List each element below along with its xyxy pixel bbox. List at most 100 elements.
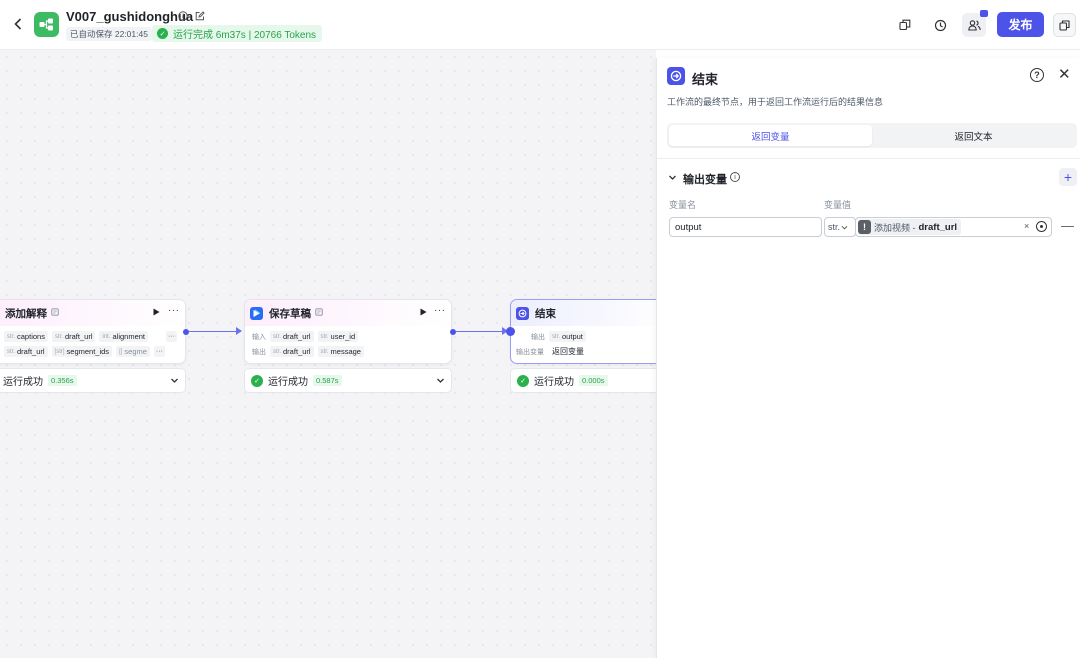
var-tag: str. draft_url bbox=[270, 331, 314, 342]
check-circle-icon: ✓ bbox=[251, 374, 263, 387]
workflow-icon bbox=[39, 18, 53, 31]
tab-return-variable[interactable]: 返回变量 bbox=[669, 125, 872, 146]
edit-icon[interactable] bbox=[194, 10, 205, 21]
history-icon bbox=[934, 19, 946, 31]
output-label: 输出 bbox=[252, 348, 266, 356]
node-title: 结束 bbox=[535, 307, 556, 320]
remove-variable-button[interactable]: — bbox=[1061, 218, 1074, 234]
more-icon[interactable]: ··· bbox=[168, 305, 180, 316]
chevron-down-icon[interactable] bbox=[668, 173, 677, 182]
node-end[interactable]: 结束 输出 str. output 输出变量 返回变量 bbox=[510, 299, 656, 364]
panel-description: 工作流的最终节点，用于返回工作流运行后的结果信息 bbox=[667, 97, 884, 107]
info-icon[interactable]: i bbox=[730, 172, 740, 182]
clear-icon[interactable]: × bbox=[1024, 221, 1029, 231]
node-run-status[interactable]: ✓ 运行成功 0.000s bbox=[510, 368, 656, 393]
connection-line[interactable] bbox=[456, 331, 504, 332]
node-run-status[interactable]: ✓ 运行成功 0.587s bbox=[244, 368, 452, 393]
input-port[interactable] bbox=[506, 327, 515, 336]
output-label: 输出 bbox=[531, 333, 545, 341]
more-vars-icon[interactable]: ··· bbox=[166, 331, 178, 342]
var-tag: int. alignment bbox=[99, 331, 149, 342]
var-tag: str. captions bbox=[4, 331, 48, 342]
exit-icon bbox=[667, 67, 685, 85]
type-value: str. bbox=[828, 222, 841, 232]
var-tag: str. message bbox=[317, 346, 364, 357]
run-status-badge[interactable]: ✓ 运行完成 6m37s | 20766 Tokens bbox=[152, 25, 323, 42]
run-time-badge: 0.000s bbox=[579, 375, 608, 386]
check-circle-icon: ✓ bbox=[157, 28, 168, 39]
info-icon[interactable] bbox=[177, 10, 188, 21]
check-circle-icon: ✓ bbox=[517, 374, 529, 387]
output-port[interactable] bbox=[183, 329, 189, 335]
publish-button[interactable]: 发布 bbox=[997, 12, 1044, 37]
var-tag: [] segme bbox=[116, 346, 150, 357]
variable-value-reference[interactable]: ! 添加视频 - draft_url × bbox=[855, 217, 1052, 237]
var-tag: str. output bbox=[549, 331, 586, 342]
workflow-canvas[interactable]: 添加解释 ··· str. captions str. draft_url int.… bbox=[0, 50, 656, 658]
note-icon[interactable] bbox=[51, 308, 59, 318]
workflow-logo bbox=[34, 12, 59, 37]
window-toggle-button[interactable] bbox=[1053, 13, 1076, 37]
warning-icon: ! bbox=[858, 220, 871, 234]
more-vars-icon[interactable]: ··· bbox=[153, 346, 165, 357]
layers-icon bbox=[1059, 19, 1070, 31]
column-header-name: 变量名 bbox=[669, 200, 697, 210]
return-mode-text: 返回变量 bbox=[552, 347, 584, 356]
section-title[interactable]: 输出变量 bbox=[683, 171, 727, 187]
back-button[interactable] bbox=[10, 15, 26, 33]
node-title: 保存草稿 bbox=[269, 307, 311, 320]
node-add-caption[interactable]: 添加解释 ··· str. captions str. draft_url int.… bbox=[0, 299, 186, 364]
run-node-button[interactable] bbox=[153, 308, 160, 318]
return-mode-tabs: 返回变量 返回文本 bbox=[667, 123, 1077, 148]
note-icon[interactable] bbox=[315, 308, 323, 318]
variable-name-input[interactable] bbox=[669, 217, 822, 237]
workflow-header: V007_gushidonghua 已自动保存 22:01:45 ✓ 运行完成 … bbox=[0, 0, 1080, 50]
reference-node-name: 添加视频 - bbox=[874, 222, 916, 233]
capcut-icon bbox=[250, 306, 263, 320]
run-status-text: 运行完成 6m37s | 20766 Tokens bbox=[173, 30, 317, 41]
connection-line[interactable] bbox=[189, 331, 237, 332]
node-config-panel: 结束 ? ✕ 工作流的最终节点，用于返回工作流运行后的结果信息 返回变量 返回文… bbox=[656, 58, 1080, 658]
chevron-down-icon[interactable] bbox=[170, 376, 179, 385]
copy-icon bbox=[899, 19, 911, 31]
status-label: 运行成功 bbox=[534, 377, 574, 388]
node-run-status[interactable]: 运行成功 0.356s bbox=[0, 368, 186, 393]
play-icon bbox=[420, 308, 427, 316]
run-time-badge: 0.587s bbox=[313, 375, 342, 386]
diamond-badge-icon bbox=[980, 10, 988, 17]
node-save-draft[interactable]: 保存草稿 ··· 输入 str. draft_url str. user_id 输出… bbox=[244, 299, 452, 364]
reference-var-name: draft_url bbox=[918, 221, 958, 233]
copy-button[interactable] bbox=[893, 13, 917, 37]
var-tag: str. draft_url bbox=[51, 331, 96, 342]
variable-type-select[interactable]: str. bbox=[824, 217, 856, 237]
target-icon[interactable] bbox=[1036, 221, 1047, 232]
more-icon[interactable]: ··· bbox=[434, 305, 446, 316]
workflow-title: V007_gushidonghua bbox=[66, 9, 194, 24]
users-icon bbox=[967, 19, 981, 31]
node-title: 添加解释 bbox=[5, 307, 47, 320]
divider bbox=[657, 158, 1080, 159]
add-variable-button[interactable]: + bbox=[1059, 168, 1077, 186]
play-icon bbox=[153, 308, 160, 316]
panel-title: 结束 bbox=[692, 72, 719, 87]
tab-return-text[interactable]: 返回文本 bbox=[872, 125, 1075, 146]
collaborate-button[interactable] bbox=[962, 10, 988, 37]
help-icon[interactable]: ? bbox=[1030, 68, 1044, 82]
chevron-down-icon[interactable] bbox=[436, 376, 445, 385]
output-port[interactable] bbox=[450, 329, 456, 335]
autosave-status: 已自动保存 22:01:45 bbox=[66, 27, 152, 41]
column-header-value: 变量值 bbox=[824, 200, 852, 210]
close-icon[interactable]: ✕ bbox=[1058, 66, 1071, 84]
input-label: 输入 bbox=[252, 333, 266, 341]
exit-icon bbox=[516, 306, 529, 320]
chevron-left-icon bbox=[14, 18, 22, 30]
var-tag: str. user_id bbox=[317, 331, 359, 342]
var-tag: [str] segment_ids bbox=[51, 346, 113, 357]
status-label: 运行成功 bbox=[3, 377, 43, 388]
chevron-down-icon bbox=[841, 225, 848, 230]
run-node-button[interactable] bbox=[420, 308, 427, 318]
reference-chip: ! 添加视频 - draft_url bbox=[858, 219, 962, 235]
var-tag: str. draft_url bbox=[4, 346, 48, 357]
var-tag: str. draft_url bbox=[270, 346, 314, 357]
history-button[interactable] bbox=[928, 13, 952, 37]
